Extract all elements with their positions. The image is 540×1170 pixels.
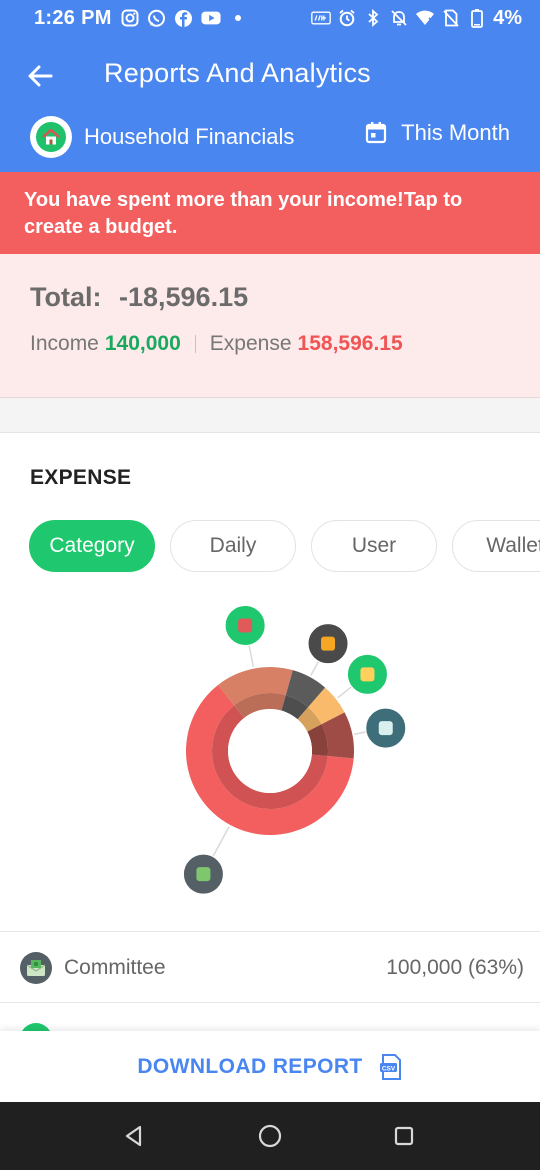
period-label: This Month	[401, 120, 510, 145]
total-label: Total:	[30, 282, 102, 312]
list-item-value: 100,000 (63%)	[386, 956, 524, 979]
recents-square-icon	[394, 1126, 414, 1146]
total-line: Total: -18,596.15	[30, 282, 248, 313]
system-nav-bar	[0, 1102, 540, 1170]
mute-icon	[389, 8, 409, 28]
status-system-icons: 4%	[311, 7, 522, 30]
tab-category[interactable]: Category	[29, 520, 155, 572]
account-name: Household Financials	[84, 124, 295, 149]
marker-glyph	[238, 618, 253, 633]
calendar-icon	[366, 122, 387, 144]
whatsapp-icon	[147, 8, 167, 28]
house-icon	[42, 128, 60, 145]
donut-hole	[228, 709, 312, 793]
tab-user[interactable]: User	[311, 520, 437, 572]
nav-home-button[interactable]	[250, 1116, 290, 1156]
bluetooth-icon	[363, 8, 383, 28]
status-notification-icons	[120, 8, 248, 28]
alarm-icon	[337, 8, 357, 28]
nav-back-button[interactable]	[114, 1116, 154, 1156]
no-sim-icon	[441, 8, 461, 28]
battery-percent: 4%	[493, 6, 522, 29]
tab-wallet[interactable]: Wallet	[452, 520, 540, 572]
csv-file-icon: CSV	[379, 1053, 401, 1080]
budget-warning-banner[interactable]: You have spent more than your income!Tap…	[0, 172, 540, 254]
facebook-icon	[174, 8, 194, 28]
total-value: -18,596.15	[119, 282, 249, 312]
breakdown-tabs: Category Daily User Wallet	[29, 520, 540, 572]
arrow-left-icon	[28, 65, 53, 87]
marker-glyph	[321, 636, 336, 651]
instagram-icon	[120, 8, 140, 28]
status-bar: 1:26 PM 4%	[0, 0, 540, 36]
home-circle-icon	[258, 1124, 282, 1148]
app-bar: Reports And Analytics Household Financia…	[0, 36, 540, 172]
list-item-name: Committee	[64, 956, 166, 979]
expense-donut-chart[interactable]	[0, 596, 540, 930]
expense-section-title: EXPENSE	[30, 466, 132, 489]
marker-glyph	[360, 667, 375, 682]
list-item[interactable]	[0, 1003, 540, 1033]
summary-card: Total: -18,596.15 Income 140,000 Expense…	[0, 254, 540, 398]
envelope-money-icon	[20, 952, 52, 984]
expense-label: Expense	[209, 332, 292, 355]
period-selector[interactable]: This Month	[365, 120, 510, 146]
divider	[194, 335, 196, 353]
income-expense-line: Income 140,000 Expense 158,596.15	[30, 332, 403, 356]
wifi-icon	[415, 8, 435, 28]
back-triangle-icon	[125, 1125, 142, 1147]
income-label: Income	[30, 332, 99, 355]
account-avatar	[30, 116, 72, 158]
hd-voice-icon	[311, 8, 331, 28]
screen: 1:26 PM 4% Reports And Analytics Househo…	[0, 0, 540, 1170]
download-report-label: DOWNLOAD REPORT	[137, 1054, 363, 1078]
marker-glyph	[196, 867, 211, 882]
page-title: Reports And Analytics	[104, 58, 371, 88]
nav-recents-button[interactable]	[384, 1116, 424, 1156]
list-item[interactable]: Committee 100,000 (63%)	[0, 931, 540, 1003]
svg-text:CSV: CSV	[381, 1065, 395, 1072]
section-spacer	[0, 398, 540, 433]
income-value: 140,000	[104, 332, 181, 355]
tab-daily[interactable]: Daily	[170, 520, 296, 572]
marker-glyph	[378, 721, 393, 736]
back-button[interactable]	[18, 56, 62, 96]
battery-icon	[467, 8, 487, 28]
expense-value: 158,596.15	[297, 332, 403, 355]
status-time: 1:26 PM	[34, 6, 112, 29]
account-selector[interactable]: Household Financials	[30, 116, 294, 158]
dot-icon	[228, 8, 248, 28]
youtube-icon	[201, 8, 221, 28]
download-report-button[interactable]: DOWNLOAD REPORT CSV	[0, 1031, 540, 1102]
